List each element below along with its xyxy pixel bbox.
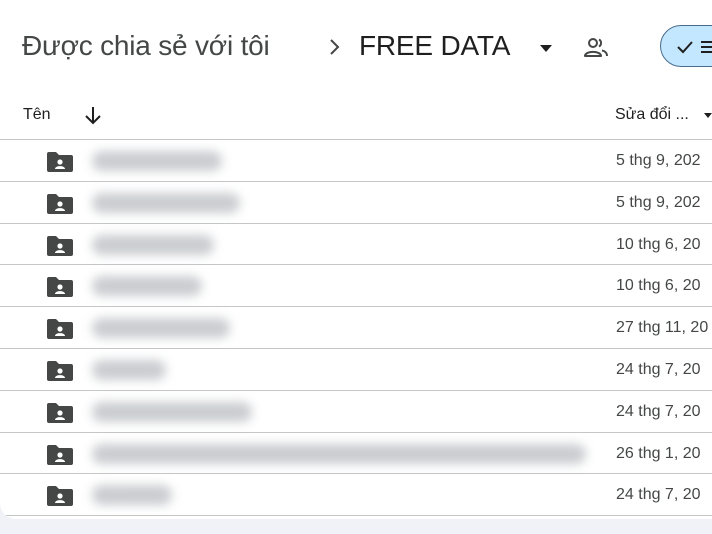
- file-modified-date: 5 thg 9, 202: [616, 193, 701, 211]
- caret-down-icon[interactable]: [530, 32, 562, 64]
- shared-folder-icon: [47, 193, 73, 214]
- shared-folder-icon: [47, 360, 73, 381]
- file-modified-date: 24 thg 7, 20: [616, 402, 701, 420]
- check-icon: [677, 41, 693, 54]
- shared-folder-icon: [47, 444, 73, 465]
- people-icon[interactable]: [580, 32, 612, 64]
- file-row[interactable]: 24 thg 7, 20: [0, 349, 712, 391]
- file-name-redacted: [92, 276, 202, 297]
- file-name-redacted: [92, 234, 214, 255]
- file-row[interactable]: 10 thg 6, 20: [0, 265, 712, 308]
- file-name-redacted: [92, 318, 230, 339]
- column-name-header[interactable]: Tên: [23, 106, 51, 124]
- shared-folder-icon: [47, 402, 73, 423]
- chevron-right-icon: [330, 39, 340, 55]
- file-modified-date: 24 thg 7, 20: [616, 360, 701, 378]
- list-icon: [701, 41, 712, 53]
- file-row[interactable]: 5 thg 9, 202: [0, 140, 712, 182]
- file-list: 5 thg 9, 202 5 thg 9, 202 10 thg 6, 20 10 t…: [0, 140, 712, 517]
- file-modified-date: 10 thg 6, 20: [616, 277, 701, 295]
- arrow-down-icon[interactable]: [80, 102, 106, 128]
- shared-folder-icon: [47, 319, 73, 340]
- file-name-redacted: [92, 443, 586, 464]
- file-name-redacted: [92, 192, 240, 213]
- breadcrumb-current-folder[interactable]: FREE DATA: [359, 30, 510, 62]
- shared-folder-icon: [47, 486, 73, 507]
- file-modified-date: 26 thg 1, 20: [616, 444, 701, 462]
- file-modified-date: 27 thg 11, 20: [616, 319, 709, 337]
- file-name-redacted: [92, 485, 172, 506]
- file-modified-date: 24 thg 7, 20: [616, 486, 701, 504]
- shared-folder-icon: [47, 277, 73, 298]
- column-modified-header[interactable]: Sửa đổi ...: [615, 106, 689, 124]
- shared-folder-icon: [47, 235, 73, 256]
- drive-header: Được chia sẻ với tôi FREE DATA: [0, 0, 712, 92]
- file-name-redacted: [92, 401, 252, 422]
- file-name-redacted: [92, 151, 222, 171]
- breadcrumb-shared-with-me[interactable]: Được chia sẻ với tôi: [22, 30, 270, 62]
- shared-folder-icon: [47, 152, 73, 172]
- file-row[interactable]: 5 thg 9, 202: [0, 182, 712, 224]
- file-row[interactable]: 10 thg 6, 20: [0, 224, 712, 266]
- column-header-row: Tên Sửa đổi ...: [0, 92, 712, 140]
- file-modified-date: 5 thg 9, 202: [616, 152, 701, 169]
- file-name-redacted: [92, 359, 166, 380]
- file-row[interactable]: 27 thg 11, 20: [0, 307, 712, 349]
- file-row[interactable]: 24 thg 7, 20: [0, 474, 712, 517]
- drive-file-panel: Được chia sẻ với tôi FREE DATA Tên Sửa đ…: [0, 0, 712, 519]
- file-row[interactable]: 24 thg 7, 20: [0, 391, 712, 433]
- file-modified-date: 10 thg 6, 20: [616, 235, 701, 253]
- file-row[interactable]: 26 thg 1, 20: [0, 433, 712, 475]
- caret-down-icon[interactable]: [702, 106, 712, 124]
- view-toggle-button[interactable]: [660, 25, 712, 67]
